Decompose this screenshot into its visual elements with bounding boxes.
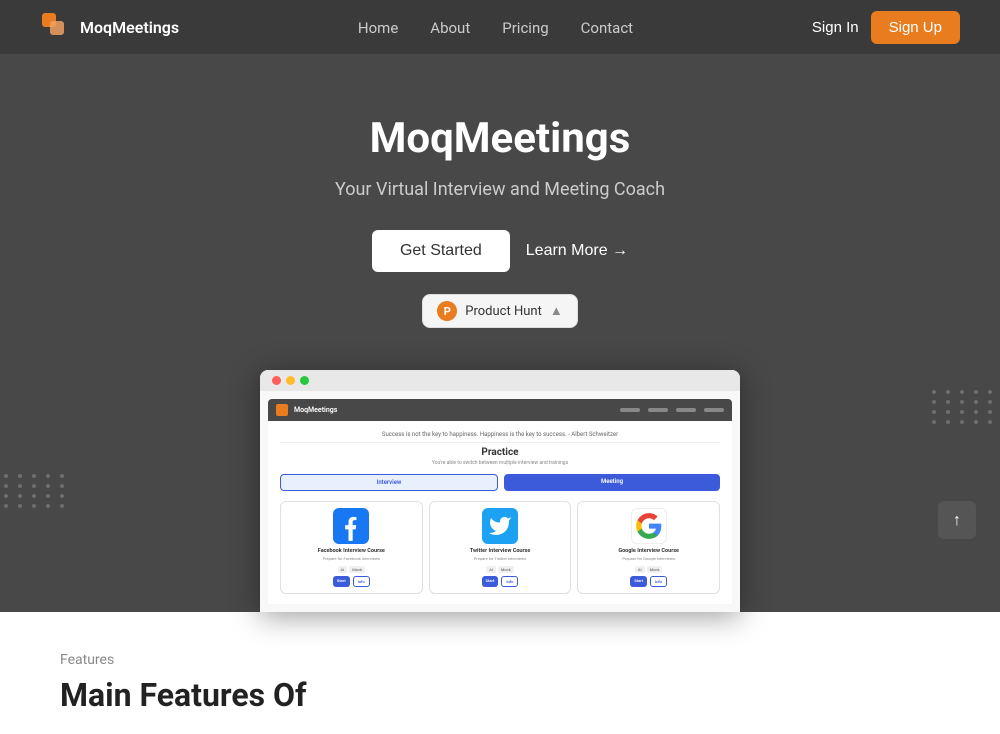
google-tag-1: AI [635, 566, 645, 573]
google-card-tags: AI Mock [584, 566, 713, 573]
minimize-dot [286, 376, 295, 385]
browser-content: MoqMeetings Success is not the key to ha… [260, 391, 740, 612]
logo-icon [40, 11, 72, 43]
google-info-btn: Info [650, 576, 667, 587]
google-card-title: Google Interview Course [584, 548, 713, 554]
twitter-card-buttons: Start Info [436, 576, 565, 587]
twitter-card-title: Twitter Interview Course [436, 548, 565, 554]
mock-tabs: Interview Meeting [280, 474, 720, 491]
nav-links: Home About Pricing Contact [358, 18, 633, 37]
get-started-button[interactable]: Get Started [372, 230, 510, 272]
hero-buttons: Get Started Learn More → [20, 230, 980, 272]
maximize-dot [300, 376, 309, 385]
mock-practice-sub: You're able to switch between multiple i… [280, 460, 720, 466]
google-card-desc: Prepare for Google interviews [584, 556, 713, 562]
mock-nav-items [620, 408, 724, 412]
browser-bar [260, 370, 740, 391]
google-tag-2: Mock [647, 566, 663, 573]
mock-practice-title: Practice [280, 447, 720, 458]
logo[interactable]: MoqMeetings [40, 11, 179, 43]
producthunt-icon: P [437, 301, 457, 321]
hero-section: MoqMeetings Your Virtual Interview and M… [0, 54, 1000, 612]
facebook-tag-1: AI [338, 566, 348, 573]
google-card-buttons: Start Info [584, 576, 713, 587]
nav-item-contact[interactable]: Contact [581, 18, 633, 37]
facebook-card-title: Facebook Interview Course [287, 548, 416, 554]
browser-mockup: MoqMeetings Success is not the key to ha… [260, 370, 740, 612]
navbar: MoqMeetings Home About Pricing Contact S… [0, 0, 1000, 54]
nav-item-about[interactable]: About [430, 18, 470, 37]
facebook-logo [333, 508, 369, 544]
back-to-top-icon: ↑ [953, 510, 961, 530]
mock-tab-interview: Interview [280, 474, 498, 491]
mock-app-name: MoqMeetings [294, 406, 337, 414]
mock-app-header: MoqMeetings [268, 399, 732, 421]
mock-cards: Facebook Interview Course Prepare for Fa… [280, 501, 720, 594]
nav-actions: Sign In Sign Up [812, 11, 960, 44]
mock-quote: Success is not the key to happiness. Hap… [280, 431, 720, 443]
mock-tab-meeting: Meeting [504, 474, 720, 491]
mock-card-twitter: Twitter Interview Course Prepare for Twi… [429, 501, 572, 594]
twitter-logo [482, 508, 518, 544]
learn-more-button[interactable]: Learn More → [526, 242, 628, 260]
hero-subtitle: Your Virtual Interview and Meeting Coach [20, 179, 980, 200]
facebook-start-btn: Start [333, 576, 350, 587]
facebook-info-btn: Info [353, 576, 370, 587]
facebook-card-buttons: Start Info [287, 576, 416, 587]
features-section: Features Main Features Of [0, 612, 1000, 734]
mock-inner-content: Success is not the key to happiness. Hap… [268, 421, 732, 604]
google-start-btn: Start [630, 576, 647, 587]
dots-right-decoration [932, 390, 1000, 424]
hero-title: MoqMeetings [20, 114, 980, 163]
features-label: Features [60, 652, 940, 668]
dots-left-decoration [0, 474, 68, 508]
mock-card-facebook: Facebook Interview Course Prepare for Fa… [280, 501, 423, 594]
signup-button[interactable]: Sign Up [871, 11, 960, 44]
facebook-card-desc: Prepare for Facebook interviews [287, 556, 416, 562]
twitter-tag-1: AI [486, 566, 496, 573]
mock-card-google: Google Interview Course Prepare for Goog… [577, 501, 720, 594]
app-preview: MoqMeetings Success is not the key to ha… [260, 370, 740, 612]
nav-item-pricing[interactable]: Pricing [502, 18, 548, 37]
twitter-start-btn: Start [482, 576, 499, 587]
product-hunt-label: Product Hunt [465, 304, 542, 319]
close-dot [272, 376, 281, 385]
mock-logo-icon [276, 404, 288, 416]
producthunt-arrow-icon: ▲ [550, 303, 563, 319]
twitter-card-tags: AI Mock [436, 566, 565, 573]
signin-button[interactable]: Sign In [812, 19, 859, 36]
nav-item-home[interactable]: Home [358, 18, 398, 37]
twitter-info-btn: Info [501, 576, 518, 587]
logo-text: MoqMeetings [80, 18, 179, 37]
twitter-tag-2: Mock [498, 566, 514, 573]
google-logo [631, 508, 667, 544]
twitter-card-desc: Prepare for Twitter interviews [436, 556, 565, 562]
browser-traffic-lights [272, 376, 309, 385]
back-to-top-button[interactable]: ↑ [938, 501, 976, 539]
facebook-tag-2: Mock [349, 566, 365, 573]
features-title: Main Features Of [60, 676, 940, 714]
facebook-card-tags: AI Mock [287, 566, 416, 573]
product-hunt-badge[interactable]: P Product Hunt ▲ [422, 294, 577, 328]
